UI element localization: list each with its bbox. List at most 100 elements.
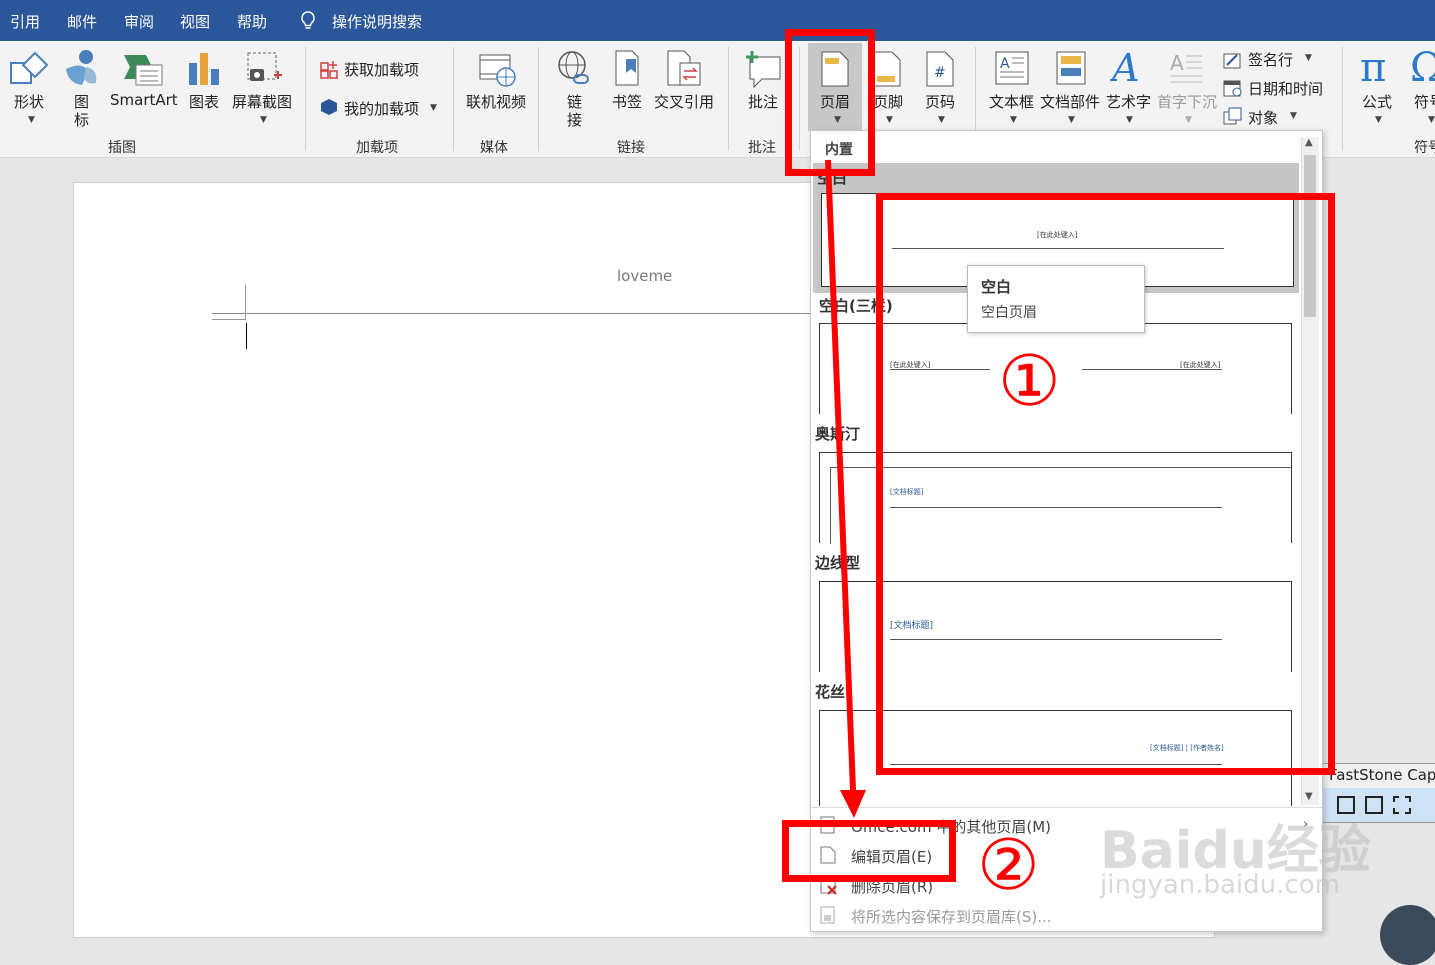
chevron-down-icon: ▼: [430, 103, 437, 113]
faststone-title: FastStone Cap: [1329, 766, 1435, 784]
svg-text:A: A: [1170, 51, 1184, 75]
calendar-icon: [1223, 80, 1242, 97]
chevron-down-icon: ▼: [1375, 115, 1382, 125]
chart-button[interactable]: 图表: [189, 91, 219, 112]
icons-button-line2: 标: [74, 111, 90, 129]
group-label-links: 链接: [617, 140, 645, 156]
svg-text:π: π: [1360, 47, 1386, 87]
symbol-icon: Ω: [1410, 47, 1435, 87]
save-to-gallery-icon: [820, 906, 835, 924]
cross-reference-icon: [667, 50, 701, 86]
tab-mailings[interactable]: 邮件: [67, 11, 97, 32]
wordart-icon: A: [1110, 47, 1139, 87]
group-separator: [453, 47, 454, 151]
icons-icon: [66, 50, 97, 85]
header-separator-line: [212, 313, 812, 314]
shapes-button[interactable]: 形状: [14, 91, 44, 112]
group-label-addins: 加载项: [356, 140, 398, 156]
group-label-illustrations: 插图: [108, 140, 136, 156]
tab-review[interactable]: 审阅: [124, 11, 154, 32]
object-button[interactable]: 对象: [1248, 107, 1278, 128]
comment-button[interactable]: 批注: [748, 91, 778, 112]
tab-references[interactable]: 引用: [10, 11, 40, 32]
bookmark-button[interactable]: 书签: [612, 91, 642, 112]
smartart-button[interactable]: SmartArt: [110, 91, 178, 109]
text-cursor: [246, 323, 247, 349]
chevron-down-icon: ▼: [1305, 53, 1312, 63]
annotation-box-gallery: [876, 193, 1335, 775]
screenshot-icon: [247, 52, 282, 81]
page-number-icon: #: [926, 51, 954, 87]
group-separator: [305, 47, 306, 151]
watermark-url: jingyan.baidu.com: [1100, 870, 1340, 900]
save-selection-option[interactable]: 将所选内容保存到页眉库(S)...: [851, 906, 1052, 927]
smartart-icon: [124, 55, 163, 86]
group-label-media: 媒体: [480, 140, 508, 156]
floating-widget[interactable]: [1380, 905, 1435, 965]
margin-corner-mark: [245, 285, 246, 319]
group-label-symbols: 符号: [1414, 140, 1435, 156]
footer-icon: [873, 51, 901, 87]
chart-icon: [189, 53, 219, 85]
group-separator: [538, 47, 539, 151]
screenshot-button[interactable]: 屏幕截图: [232, 91, 292, 112]
chevron-down-icon: ▼: [1126, 115, 1133, 125]
tab-view[interactable]: 视图: [180, 11, 210, 32]
textbox-icon: A: [995, 51, 1029, 85]
chevron-down-icon: ▼: [1290, 111, 1297, 121]
header-text: loveme: [617, 267, 673, 285]
chevron-down-icon: ▼: [1428, 115, 1435, 125]
page-number-button[interactable]: 页码: [925, 91, 955, 112]
svg-text:A: A: [1000, 56, 1010, 72]
signature-line-button[interactable]: 签名行: [1248, 49, 1293, 70]
footer-button[interactable]: 页脚: [873, 91, 903, 112]
link-button-line2: 接: [567, 111, 583, 129]
scroll-up-icon[interactable]: ▲: [1305, 137, 1313, 148]
my-addins-button[interactable]: 我的加载项: [344, 98, 419, 119]
scroll-down-icon[interactable]: ▼: [1305, 791, 1313, 802]
signature-line-icon: [1223, 53, 1241, 69]
drop-cap-button[interactable]: 首字下沉: [1157, 91, 1217, 112]
capture-region-icon[interactable]: [1393, 796, 1411, 814]
comment-icon: [746, 51, 781, 89]
online-video-icon: [479, 54, 516, 87]
shapes-icon: [10, 51, 49, 84]
chevron-down-icon: ▼: [1185, 115, 1192, 125]
chevron-down-icon: ▼: [1010, 115, 1017, 125]
annotation-number-1: ①: [998, 340, 1061, 422]
menu-bar: 引用 邮件 审阅 视图 帮助 操作说明搜索: [0, 0, 1435, 41]
get-addins-button[interactable]: 获取加载项: [344, 59, 419, 80]
textbox-button[interactable]: 文本框: [989, 91, 1034, 112]
chevron-down-icon: ▼: [28, 115, 35, 125]
chevron-down-icon: ▼: [886, 115, 893, 125]
margin-corner-mark: [212, 319, 246, 320]
symbol-button[interactable]: 符号: [1414, 91, 1435, 112]
cross-reference-button[interactable]: 交叉引用: [654, 91, 714, 112]
drop-cap-icon: A: [1170, 51, 1202, 83]
equation-icon: π: [1360, 47, 1386, 87]
quick-parts-button[interactable]: 文档部件: [1040, 91, 1100, 112]
svg-text:A: A: [1110, 47, 1139, 87]
annotation-arrow: [825, 159, 866, 818]
lightbulb-icon: [301, 11, 315, 29]
tab-help[interactable]: 帮助: [237, 11, 267, 32]
svg-text:Ω: Ω: [1410, 47, 1435, 87]
tell-me-search[interactable]: 操作说明搜索: [332, 11, 422, 32]
object-icon: [1223, 107, 1242, 125]
group-separator: [1342, 47, 1343, 151]
equation-button[interactable]: 公式: [1362, 91, 1392, 112]
get-addins-icon: [320, 61, 338, 79]
datetime-button[interactable]: 日期和时间: [1248, 78, 1323, 99]
online-video-button[interactable]: 联机视频: [466, 91, 526, 112]
chevron-down-icon: ▼: [1068, 115, 1075, 125]
link-icon: [558, 51, 589, 84]
my-addins-icon: [321, 99, 337, 115]
group-separator: [728, 47, 729, 151]
quick-parts-icon: [1056, 51, 1086, 85]
annotation-number-2: ②: [977, 824, 1040, 906]
chevron-down-icon: ▼: [260, 115, 267, 125]
chevron-down-icon: ▼: [938, 115, 945, 125]
group-label-comments: 批注: [748, 140, 776, 156]
bookmark-icon: [615, 50, 639, 86]
wordart-button[interactable]: 艺术字: [1106, 91, 1151, 112]
